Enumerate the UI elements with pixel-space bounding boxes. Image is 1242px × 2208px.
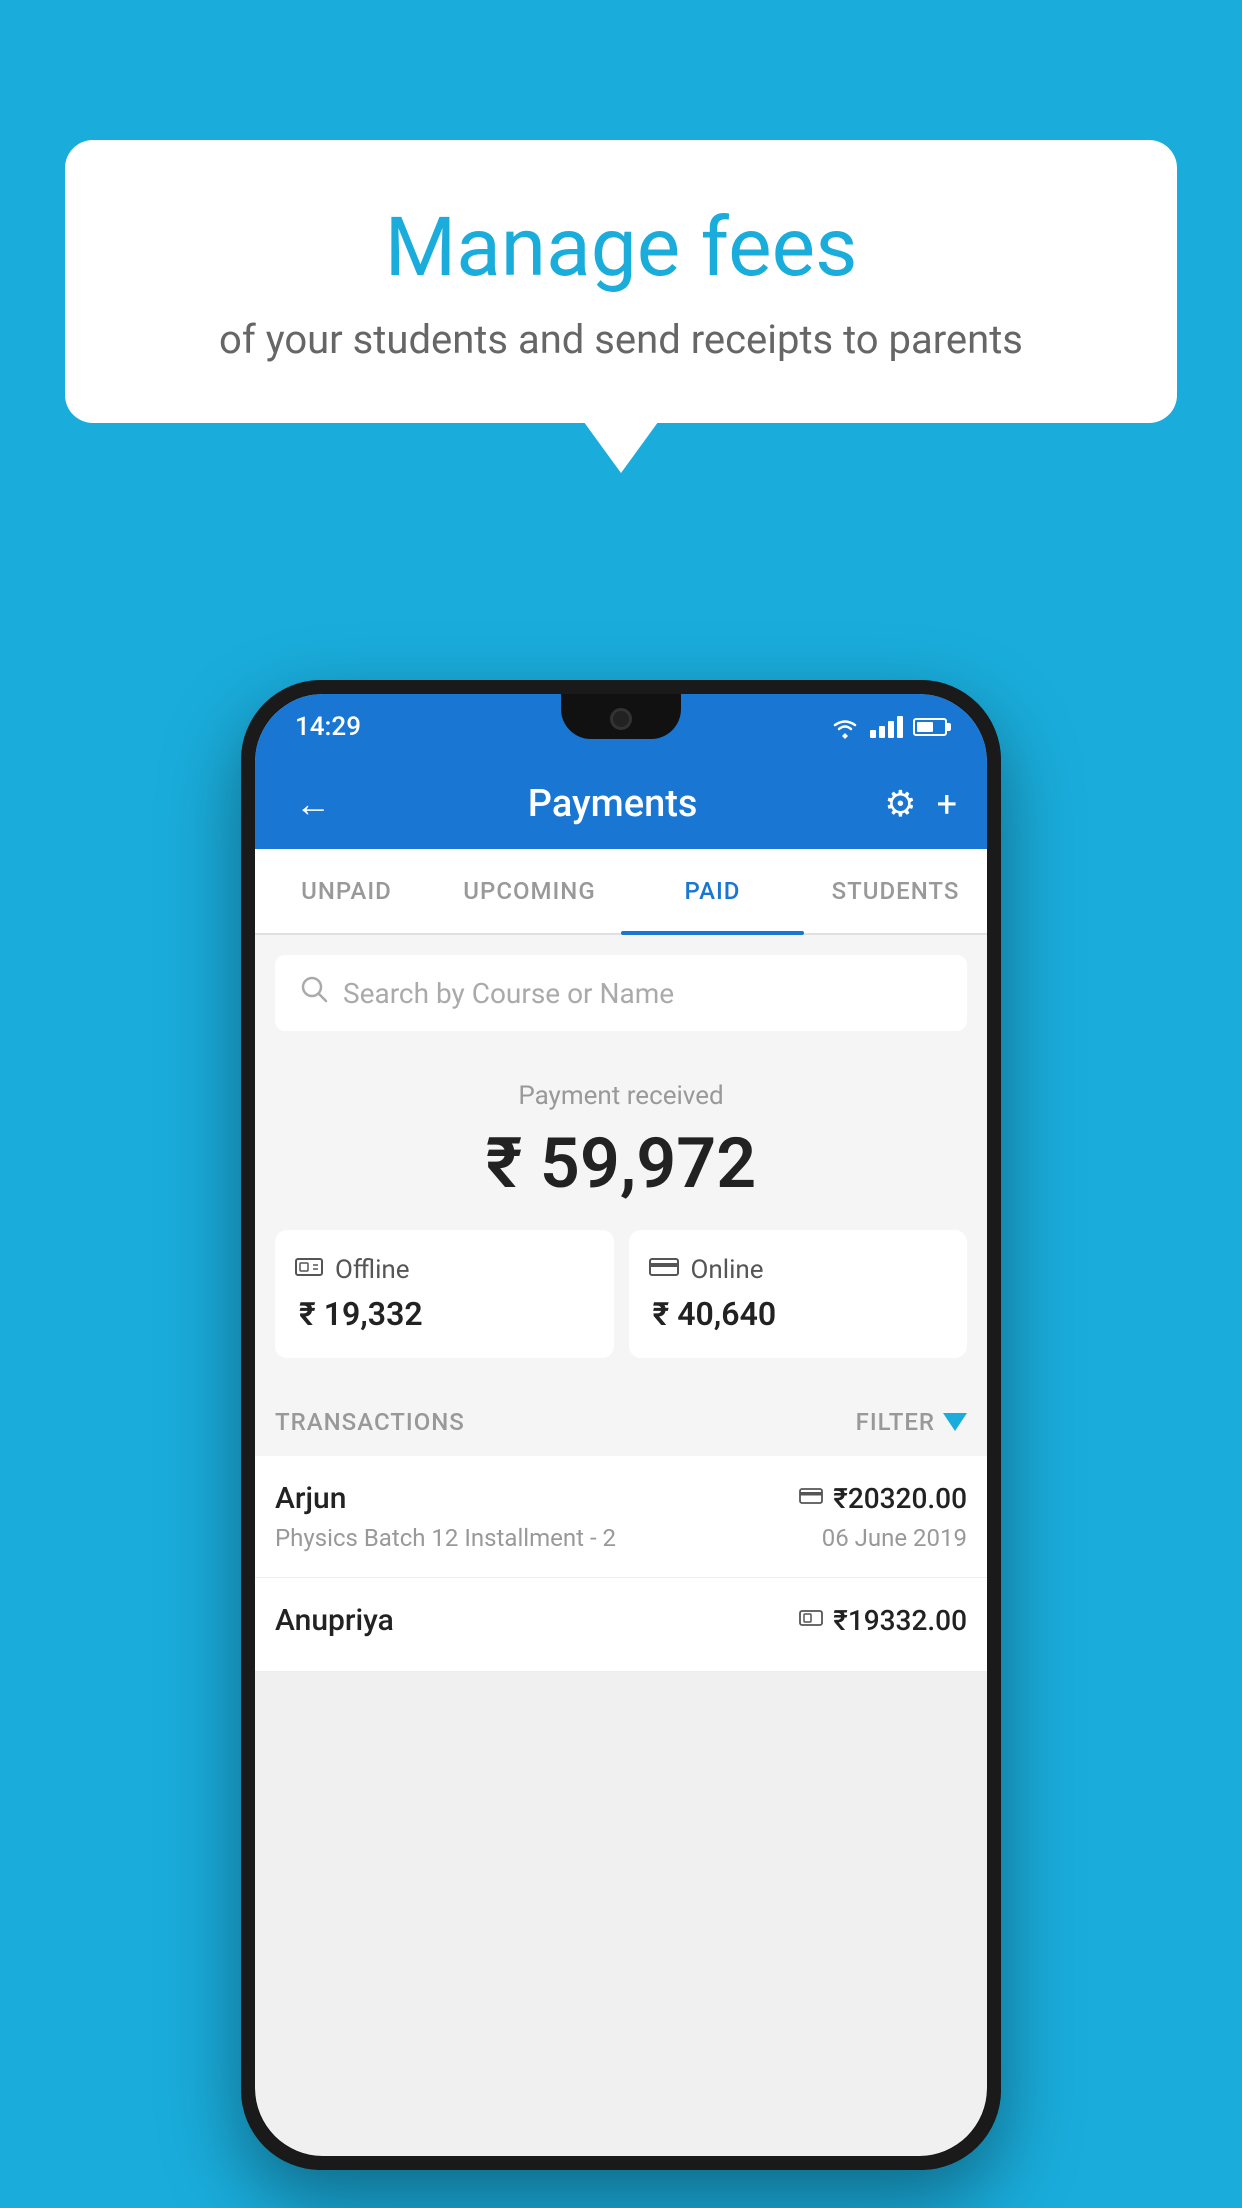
camera <box>610 708 632 730</box>
phone-screen: 14:29 <box>255 694 987 2156</box>
back-button[interactable]: ← <box>285 773 341 835</box>
app-title: Payments <box>361 782 864 826</box>
search-icon <box>300 975 328 1011</box>
transaction-amount-wrap: ₹19332.00 <box>799 1604 967 1637</box>
tab-students[interactable]: STUDENTS <box>804 849 987 933</box>
online-card: Online ₹ 40,640 <box>629 1230 968 1358</box>
online-amount: ₹ 40,640 <box>649 1295 777 1333</box>
transactions-header: TRANSACTIONS FILTER <box>255 1383 987 1456</box>
bubble-title: Manage fees <box>145 200 1097 296</box>
speech-bubble-container: Manage fees of your students and send re… <box>65 140 1177 423</box>
transaction-desc: Physics Batch 12 Installment - 2 <box>275 1524 616 1552</box>
payment-total-amount: ₹ 59,972 <box>275 1123 967 1205</box>
battery-icon <box>913 718 947 736</box>
offline-card-header: Offline <box>295 1255 410 1285</box>
battery-fill <box>917 722 933 732</box>
filter-icon <box>943 1413 967 1431</box>
online-label: Online <box>691 1255 764 1285</box>
transaction-top: Arjun ₹20320.00 <box>275 1481 967 1516</box>
payment-mode-card-icon <box>799 1486 823 1511</box>
bubble-subtitle: of your students and send receipts to pa… <box>145 316 1097 363</box>
add-icon[interactable]: + <box>937 783 957 825</box>
tab-unpaid[interactable]: UNPAID <box>255 849 438 933</box>
status-time: 14:29 <box>295 712 361 742</box>
payment-received-label: Payment received <box>275 1081 967 1111</box>
settings-icon[interactable]: ⚙ <box>884 783 916 825</box>
online-card-header: Online <box>649 1255 764 1285</box>
offline-label: Offline <box>335 1255 410 1285</box>
transaction-bottom: Physics Batch 12 Installment - 2 06 June… <box>275 1524 967 1552</box>
card-icon <box>649 1255 679 1285</box>
notch <box>561 694 681 739</box>
offline-amount: ₹ 19,332 <box>295 1295 423 1333</box>
app-bar-actions: ⚙ + <box>884 783 957 825</box>
transactions-label: TRANSACTIONS <box>275 1408 465 1436</box>
phone-mockup: 14:29 <box>241 680 1001 2170</box>
transaction-row[interactable]: Anupriya ₹19332.00 <box>255 1578 987 1672</box>
offline-card: Offline ₹ 19,332 <box>275 1230 614 1358</box>
phone-frame: 14:29 <box>241 680 1001 2170</box>
filter-label: FILTER <box>856 1408 935 1436</box>
transaction-date: 06 June 2019 <box>822 1524 967 1552</box>
signal-icon <box>870 716 903 738</box>
status-icons <box>830 715 947 739</box>
transaction-top: Anupriya ₹19332.00 <box>275 1603 967 1638</box>
transaction-amount: ₹19332.00 <box>833 1604 967 1637</box>
tabs-container: UNPAID UPCOMING PAID STUDENTS <box>255 849 987 935</box>
transaction-name: Arjun <box>275 1481 346 1516</box>
wifi-icon <box>830 715 860 739</box>
content-area: Search by Course or Name Payment receive… <box>255 935 987 1672</box>
search-bar[interactable]: Search by Course or Name <box>275 955 967 1031</box>
speech-bubble: Manage fees of your students and send re… <box>65 140 1177 423</box>
transaction-amount-wrap: ₹20320.00 <box>799 1482 967 1515</box>
filter-button[interactable]: FILTER <box>856 1408 967 1436</box>
app-bar: ← Payments ⚙ + <box>255 759 987 849</box>
cash-icon <box>295 1255 323 1285</box>
tab-paid[interactable]: PAID <box>621 849 804 933</box>
search-input[interactable]: Search by Course or Name <box>343 977 674 1010</box>
transaction-amount: ₹20320.00 <box>833 1482 967 1515</box>
payment-cards: Offline ₹ 19,332 <box>275 1230 967 1358</box>
transaction-row[interactable]: Arjun ₹20320.00 <box>255 1456 987 1578</box>
tab-upcoming[interactable]: UPCOMING <box>438 849 621 933</box>
payment-summary: Payment received ₹ 59,972 <box>255 1046 987 1383</box>
transaction-name: Anupriya <box>275 1603 394 1638</box>
payment-mode-cash-icon <box>799 1608 823 1633</box>
